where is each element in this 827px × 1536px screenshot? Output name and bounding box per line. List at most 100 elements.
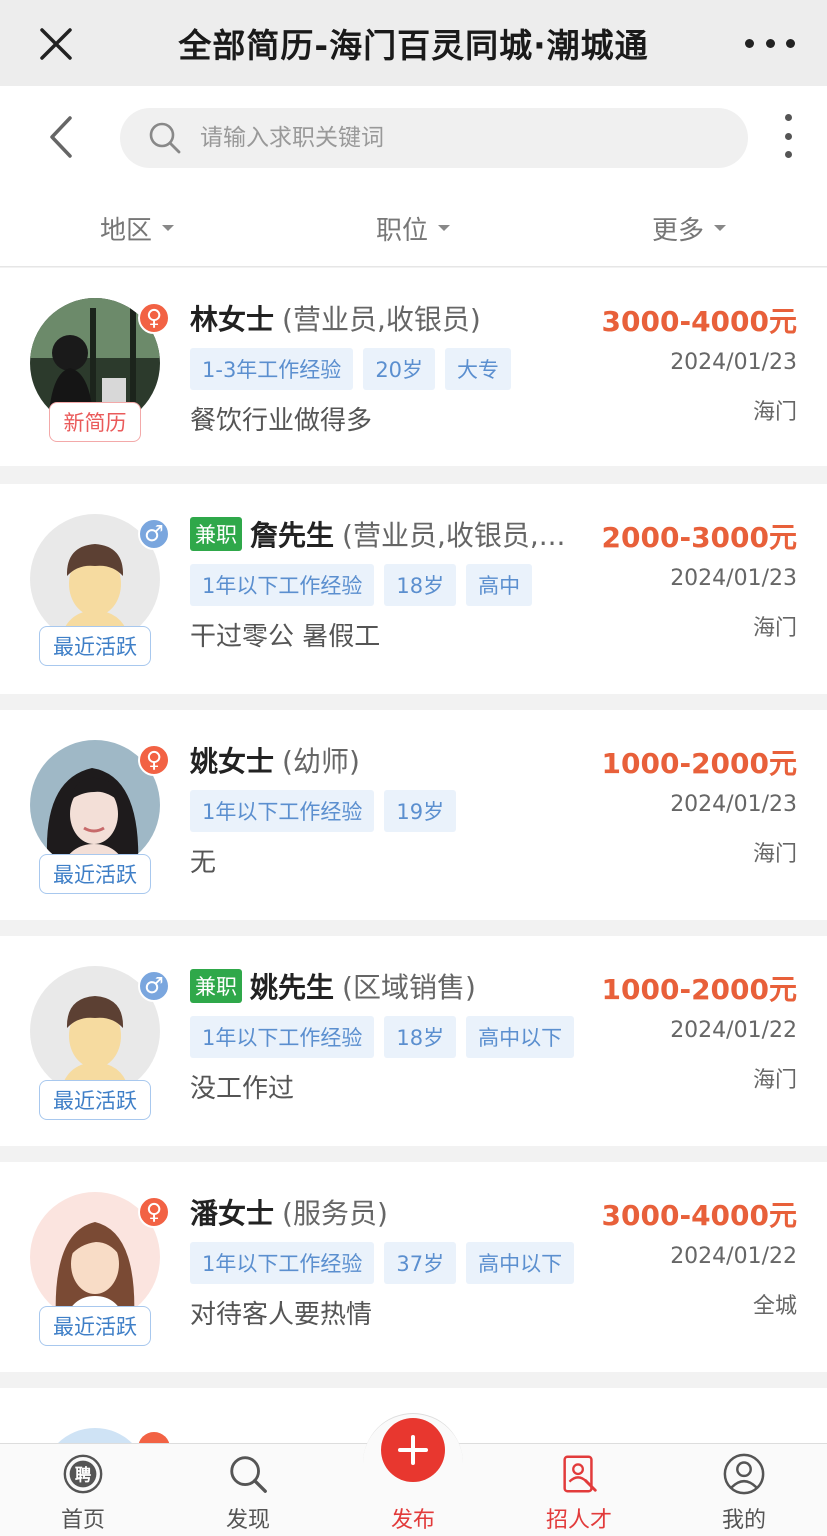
candidate-name: 潘女士 [190,1197,275,1230]
tag: 20岁 [363,348,436,390]
candidate-name: 林女士 [190,303,275,336]
nav-label: 发现 [225,1508,270,1533]
date: 2024/01/23 [670,566,797,591]
resume-card[interactable]: ♀ 最近活跃 潘女士 (服务员) 1年以下工作经验 37岁 高中以下 对待客人要… [0,1162,827,1372]
tag: 高中 [466,564,533,606]
tag: 18岁 [384,564,457,606]
name-line: 兼职 姚先生 (区域销售) [190,966,600,1006]
status-badge: 最近活跃 [39,626,151,666]
tag: 37岁 [384,1242,457,1284]
male-icon: ♂ [138,970,170,1002]
desired-positions: (营业员,收银员) [282,303,481,336]
salary: 1000-2000元 [601,973,797,1006]
female-icon: ♀ [138,302,170,334]
description: 无 [190,848,217,878]
name-line: 姚女士 (幼师) [190,740,600,780]
window-title: 全部简历-海门百灵同城·潮城通 [178,26,649,65]
publish-label: 发布 [390,1508,435,1533]
desired-positions: (区域销售) [342,971,476,1004]
dropdown-arrow-icon [162,225,175,231]
location: 海门 [752,616,797,641]
salary: 3000-4000元 [601,1199,797,1232]
tag-list: 1年以下工作经验 19岁 [190,790,466,832]
part-time-badge: 兼职 [190,969,242,1003]
filter-label: 地区 [100,215,153,246]
filter-more[interactable]: 更多 [652,208,727,248]
salary: 2000-3000元 [601,521,797,554]
part-time-badge: 兼职 [190,517,242,551]
location: 海门 [752,400,797,425]
recruit-icon: 聘 [63,1454,103,1494]
search-box[interactable] [120,108,748,168]
more-menu-icon[interactable] [745,26,795,60]
candidate-name: 詹先生 [250,519,335,552]
salary: 3000-4000元 [601,305,797,338]
resume-icon [563,1455,597,1493]
description: 对待客人要热情 [190,1300,373,1330]
female-icon: ♀ [138,1196,170,1228]
resume-card[interactable]: ♀ 最近活跃 姚女士 (幼师) 1年以下工作经验 19岁 无 1000-2000… [0,710,827,920]
nav-label: 我的 [721,1508,766,1533]
date: 2024/01/22 [670,1244,797,1269]
filter-position[interactable]: 职位 [376,208,451,248]
nav-profile[interactable]: 我的 [694,1452,794,1534]
window-titlebar: 全部简历-海门百灵同城·潮城通 [0,0,827,86]
dropdown-arrow-icon [438,225,451,231]
candidate-name: 姚先生 [250,971,335,1004]
resume-card[interactable]: ♂ 最近活跃 兼职 詹先生 (营业员,收银员,... 1年以下工作经验 18岁 … [0,484,827,694]
back-arrow-icon[interactable] [40,112,80,162]
desired-positions: (幼师) [282,745,360,778]
filter-label: 更多 [652,215,705,246]
filter-bar: 地区 职位 更多 [0,190,827,267]
tag-list: 1年以下工作经验 18岁 高中 [190,564,542,606]
filter-region[interactable]: 地区 [100,208,175,248]
date: 2024/01/23 [670,792,797,817]
user-icon [723,1453,765,1495]
status-badge: 新简历 [49,402,141,442]
close-icon[interactable] [34,22,78,66]
resume-card[interactable]: ♀ 新简历 林女士 (营业员,收银员) 1-3年工作经验 20岁 大专 餐饮行业… [0,268,827,466]
status-badge: 最近活跃 [39,1080,151,1120]
nav-label: 招人才 [545,1508,612,1533]
location: 海门 [752,1068,797,1093]
tag-list: 1年以下工作经验 18岁 高中以下 [190,1016,584,1058]
location: 海门 [752,842,797,867]
nav-discover[interactable]: 发现 [198,1452,298,1534]
description: 没工作过 [190,1074,295,1104]
tag: 1年以下工作经验 [190,1016,375,1058]
tag: 1年以下工作经验 [190,1242,375,1284]
resume-card[interactable]: ♂ 最近活跃 兼职 姚先生 (区域销售) 1年以下工作经验 18岁 高中以下 没… [0,936,827,1146]
options-icon[interactable] [782,114,794,158]
date: 2024/01/23 [670,350,797,375]
description: 餐饮行业做得多 [190,406,373,436]
tag: 高中以下 [466,1016,575,1058]
desired-positions: (服务员) [282,1197,388,1230]
desired-positions: (营业员,收银员,... [342,519,566,552]
status-badge: 最近活跃 [39,854,151,894]
name-line: 潘女士 (服务员) [190,1192,600,1232]
name-line: 林女士 (营业员,收银员) [190,298,600,338]
search-header [0,86,827,190]
tag-list: 1-3年工作经验 20岁 大专 [190,348,521,390]
nav-home[interactable]: 聘 首页 [33,1452,133,1534]
tag: 高中以下 [466,1242,575,1284]
tag: 18岁 [384,1016,457,1058]
female-icon: ♀ [138,744,170,776]
publish-button[interactable] [381,1418,445,1482]
search-input[interactable] [200,125,700,151]
date: 2024/01/22 [670,1018,797,1043]
location: 全城 [752,1294,797,1319]
tag-list: 1年以下工作经验 37岁 高中以下 [190,1242,584,1284]
dropdown-arrow-icon [714,225,727,231]
description: 干过零公 暑假工 [190,622,381,652]
tag: 1年以下工作经验 [190,790,375,832]
search-icon [149,122,181,154]
salary: 1000-2000元 [601,747,797,780]
plus-icon [398,1435,428,1465]
tag: 1年以下工作经验 [190,564,375,606]
tag: 1-3年工作经验 [190,348,354,390]
nav-recruit-talent[interactable]: 招人才 [529,1452,629,1534]
candidate-name: 姚女士 [190,745,275,778]
search-icon [230,1456,267,1493]
tag: 19岁 [384,790,457,832]
